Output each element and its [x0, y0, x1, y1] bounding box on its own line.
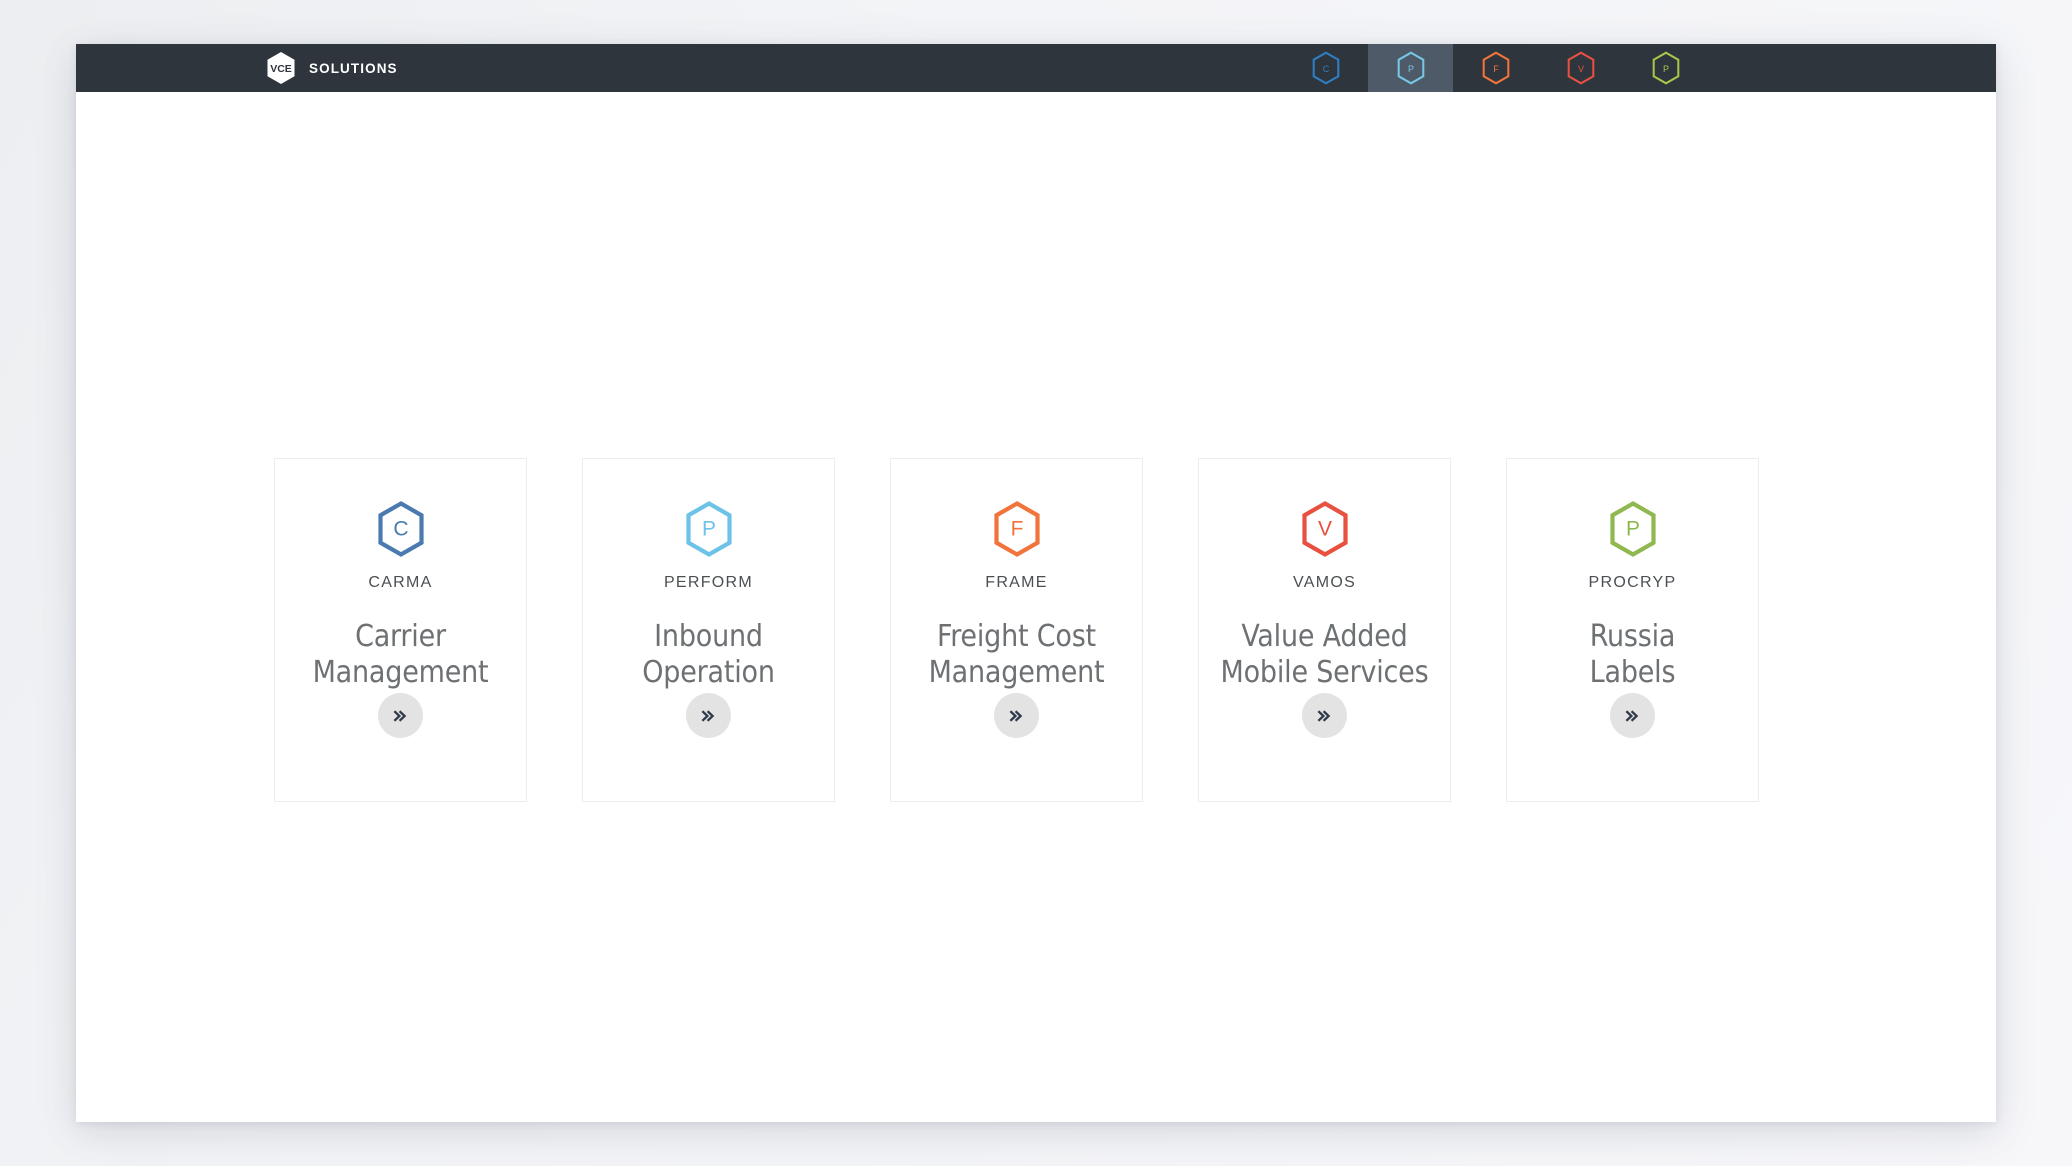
- card-code-label: CARMA: [368, 574, 433, 591]
- hexagon-letter: F: [1010, 518, 1023, 541]
- hexagon-c-icon: C: [377, 501, 424, 557]
- nav-item-list: CPFVP: [1283, 44, 1996, 92]
- hexagon-p-icon: P: [1652, 51, 1679, 85]
- card-open-button[interactable]: [686, 693, 731, 738]
- card-title: Russia Labels: [1582, 619, 1684, 691]
- hexagon-c-icon: C: [1312, 51, 1339, 85]
- hexagon-letter: P: [1662, 64, 1668, 74]
- card-open-button[interactable]: [1610, 693, 1655, 738]
- vce-logo-text: VCE: [270, 63, 292, 75]
- solution-card-frame[interactable]: F FRAME Freight Cost Management: [890, 458, 1143, 802]
- double-chevron-right-icon: [393, 709, 406, 722]
- hexagon-f-icon: F: [993, 501, 1040, 557]
- nav-item-perform[interactable]: P: [1368, 44, 1453, 92]
- card-open-button[interactable]: [994, 693, 1039, 738]
- card-title-line-2: Management: [312, 655, 489, 690]
- card-icon-wrap: P: [684, 501, 734, 557]
- card-title-line-1: Inbound: [654, 619, 763, 654]
- card-icon-wrap: F: [992, 501, 1042, 557]
- card-code-label: FRAME: [985, 574, 1048, 591]
- hexagon-letter: V: [1577, 64, 1583, 74]
- card-title: Value Added Mobile Services: [1213, 619, 1437, 691]
- brand-logo[interactable]: VCE SOLUTIONS: [76, 44, 398, 92]
- card-title-line-2: Operation: [642, 655, 775, 690]
- hexagon-p-icon: P: [685, 501, 732, 557]
- brand-name: SOLUTIONS: [309, 60, 398, 76]
- double-chevron-right-icon: [701, 709, 714, 722]
- card-title-line-2: Mobile Services: [1220, 655, 1429, 690]
- card-title-line-1: Freight Cost: [937, 619, 1096, 654]
- hexagon-p-icon: P: [1397, 51, 1424, 85]
- solution-card-procryp[interactable]: P PROCRYP Russia Labels: [1506, 458, 1759, 802]
- vce-hexagon-logo-icon: VCE: [267, 52, 295, 84]
- hexagon-f-icon: F: [1482, 51, 1509, 85]
- nav-item-frame[interactable]: F: [1453, 44, 1538, 92]
- card-open-button[interactable]: [378, 693, 423, 738]
- card-icon-wrap: C: [376, 501, 426, 557]
- card-title: Carrier Management: [305, 619, 497, 691]
- card-icon-wrap: P: [1608, 501, 1658, 557]
- card-icon-wrap: V: [1300, 501, 1350, 557]
- card-title-line-1: Carrier: [355, 619, 446, 654]
- solution-card-carma[interactable]: C CARMA Carrier Management: [274, 458, 527, 802]
- card-title-line-2: Labels: [1589, 655, 1676, 690]
- card-title-line-1: Value Added: [1241, 619, 1408, 654]
- card-title-line-2: Management: [928, 655, 1105, 690]
- nav-item-vamos[interactable]: V: [1538, 44, 1623, 92]
- hexagon-letter: P: [701, 518, 715, 541]
- card-title: Inbound Operation: [634, 619, 783, 691]
- top-navbar: VCE SOLUTIONS C P F V P: [76, 44, 1996, 92]
- main-content: C CARMA Carrier Management P PERFORM Inbound Op…: [76, 92, 1996, 1122]
- card-title-line-1: Russia: [1589, 619, 1676, 654]
- hexagon-p-icon: P: [1609, 501, 1656, 557]
- nav-item-carma[interactable]: C: [1283, 44, 1368, 92]
- hexagon-v-icon: V: [1567, 51, 1594, 85]
- hexagon-letter: P: [1625, 518, 1639, 541]
- hexagon-letter: F: [1493, 64, 1499, 74]
- card-open-button[interactable]: [1302, 693, 1347, 738]
- card-title: Freight Cost Management: [921, 619, 1113, 691]
- nav-item-procryp[interactable]: P: [1623, 44, 1708, 92]
- hexagon-letter: P: [1407, 64, 1413, 74]
- double-chevron-right-icon: [1317, 709, 1330, 722]
- card-code-label: VAMOS: [1292, 574, 1357, 591]
- hexagon-letter: C: [1322, 64, 1329, 74]
- double-chevron-right-icon: [1009, 709, 1022, 722]
- app-window: VCE SOLUTIONS CPFVP C CARMA Carrier Managem…: [76, 44, 1996, 1122]
- card-code-label: PERFORM: [663, 574, 754, 591]
- solution-card-grid: C CARMA Carrier Management P PERFORM Inbound Op…: [274, 458, 1759, 802]
- hexagon-letter: C: [393, 518, 408, 541]
- solution-card-perform[interactable]: P PERFORM Inbound Operation: [582, 458, 835, 802]
- double-chevron-right-icon: [1625, 709, 1638, 722]
- card-code-label: PROCRYP: [1588, 574, 1677, 591]
- hexagon-v-icon: V: [1301, 501, 1348, 557]
- hexagon-letter: V: [1317, 518, 1331, 541]
- solution-card-vamos[interactable]: V VAMOS Value Added Mobile Services: [1198, 458, 1451, 802]
